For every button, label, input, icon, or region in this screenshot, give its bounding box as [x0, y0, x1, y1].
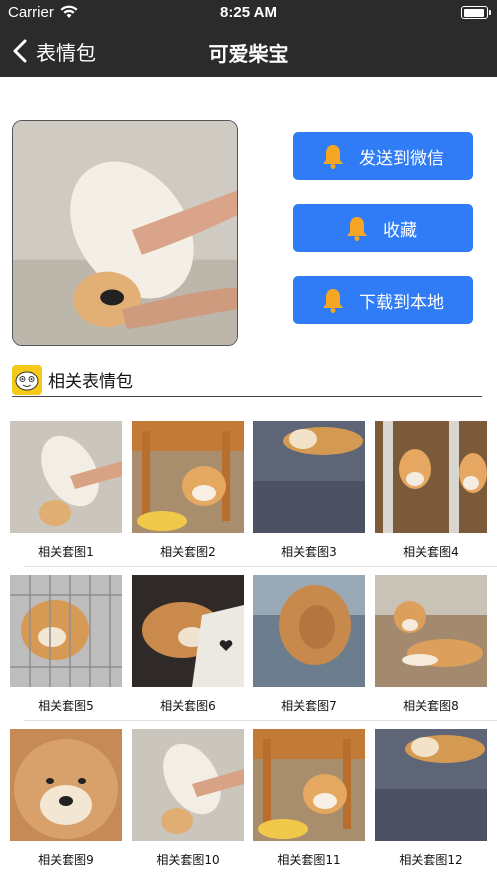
thumbnail-image — [10, 575, 122, 687]
row-divider — [24, 720, 497, 721]
thumbnail-image — [253, 575, 365, 687]
bell-icon — [347, 217, 367, 241]
grid-item[interactable]: 相关套图2 — [132, 421, 244, 560]
thumbnail-image — [253, 729, 365, 841]
grid-item[interactable]: 相关套图5 — [10, 575, 122, 714]
page-title: 可爱柴宝 — [208, 42, 289, 66]
section-title: 相关表情包 — [48, 372, 133, 392]
sticker-face-icon — [12, 364, 42, 395]
bell-icon — [323, 145, 343, 169]
grid-item-caption: 相关套图8 — [403, 699, 459, 713]
status-bar: Carrier 8:25 AM — [0, 0, 497, 26]
grid-item[interactable]: 相关套图12 — [375, 729, 487, 868]
favorite-button[interactable]: 收藏 — [293, 204, 473, 252]
thumbnail-image — [10, 421, 122, 533]
thumbnail-image — [253, 421, 365, 533]
related-section-header: 相关表情包 — [12, 363, 482, 397]
grid-item-caption: 相关套图1 — [38, 545, 94, 559]
sticker-preview-image — [12, 120, 238, 346]
grid-item[interactable]: 相关套图8 — [375, 575, 487, 714]
thumbnail-image — [132, 575, 244, 687]
download-label: 下载到本地 — [359, 292, 444, 313]
grid-item[interactable]: 相关套图4 — [375, 421, 487, 560]
grid-item-caption: 相关套图6 — [160, 699, 216, 713]
grid-item-caption: 相关套图9 — [38, 853, 94, 867]
grid-item[interactable]: 相关套图1 — [10, 421, 122, 560]
navigation-bar: Carrier 8:25 AM 表情包 可爱柴宝 — [0, 0, 497, 77]
thumbnail-image — [10, 729, 122, 841]
grid-item-caption: 相关套图3 — [281, 545, 337, 559]
grid-item-caption: 相关套图11 — [277, 853, 341, 867]
grid-item-caption: 相关套图4 — [403, 545, 459, 559]
grid-item-caption: 相关套图10 — [156, 853, 220, 867]
thumbnail-image — [375, 421, 487, 533]
grid-item-caption: 相关套图7 — [281, 699, 337, 713]
grid-item[interactable]: 相关套图9 — [10, 729, 122, 868]
thumbnail-image — [375, 729, 487, 841]
grid-item-caption: 相关套图12 — [399, 853, 463, 867]
favorite-label: 收藏 — [383, 220, 417, 241]
grid-item-caption: 相关套图5 — [38, 699, 94, 713]
grid-item[interactable]: 相关套图7 — [253, 575, 365, 714]
grid-item[interactable]: 相关套图3 — [253, 421, 365, 560]
thumbnail-image — [132, 729, 244, 841]
download-button[interactable]: 下载到本地 — [293, 276, 473, 324]
grid-item[interactable]: 相关套图10 — [132, 729, 244, 868]
bell-icon — [323, 289, 343, 313]
thumbnail-image — [375, 575, 487, 687]
clock: 8:25 AM — [220, 4, 277, 21]
thumbnail-image — [132, 421, 244, 533]
grid-item-caption: 相关套图2 — [160, 545, 216, 559]
row-divider — [24, 566, 497, 567]
grid-item[interactable]: 相关套图6 — [132, 575, 244, 714]
grid-item[interactable]: 相关套图11 — [253, 729, 365, 868]
battery-icon — [461, 6, 491, 19]
send-to-wechat-button[interactable]: 发送到微信 — [293, 132, 473, 180]
send-to-wechat-label: 发送到微信 — [359, 148, 444, 169]
